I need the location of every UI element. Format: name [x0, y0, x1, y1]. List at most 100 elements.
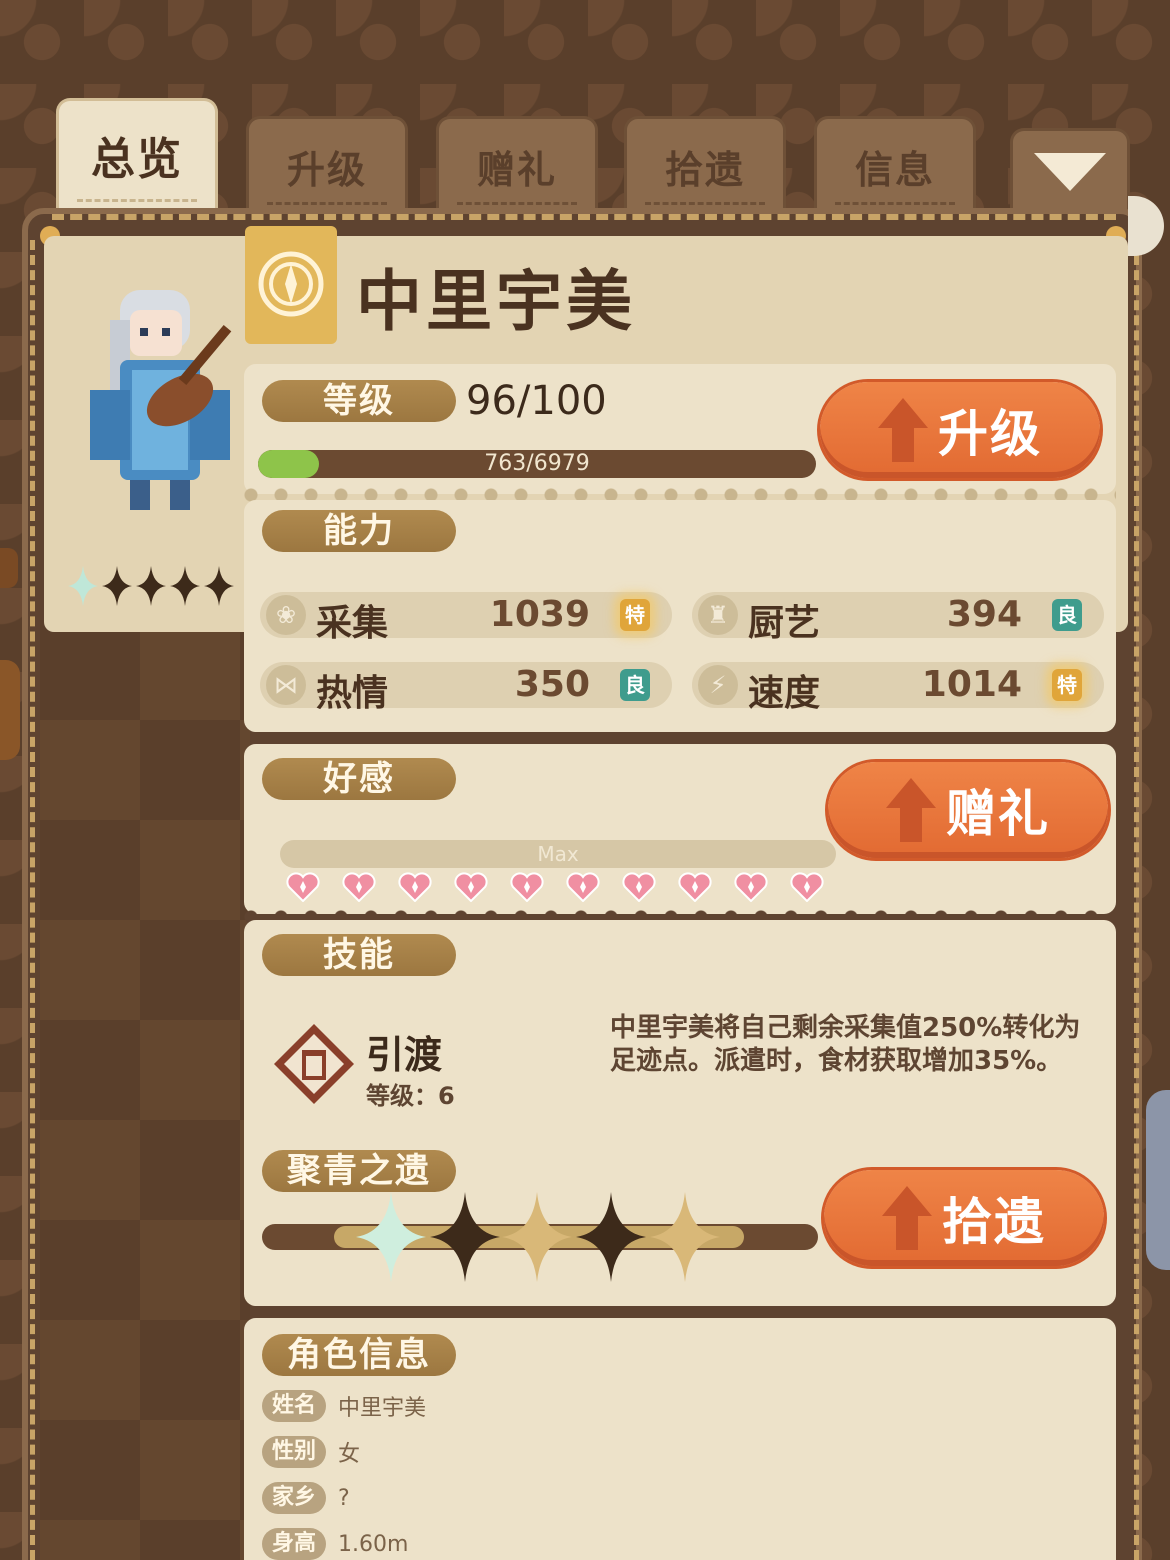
- star-icon: [430, 1192, 500, 1282]
- tab-divider: [835, 202, 955, 205]
- gift-button-label: 赠礼: [946, 785, 1050, 843]
- grade-badge: 特: [1052, 669, 1082, 701]
- skill-name: 引渡: [366, 1033, 443, 1077]
- ability-pill: 能力: [262, 510, 456, 552]
- tab-label: 信息: [854, 148, 935, 192]
- favor-pill: 好感: [262, 758, 456, 800]
- star-shiny-icon: [68, 566, 98, 606]
- gift-button[interactable]: 赠礼: [828, 762, 1108, 858]
- tab-info[interactable]: 信息: [814, 116, 976, 212]
- grade-badge: 良: [1052, 599, 1082, 631]
- tab-divider: [457, 202, 577, 205]
- heart-icon: [566, 872, 600, 902]
- heart-icon: [398, 872, 432, 902]
- star-icon: [136, 566, 166, 606]
- tab-upgrade[interactable]: 升级: [246, 116, 408, 212]
- heart-icon: [790, 872, 824, 902]
- info-key: 身高: [262, 1528, 326, 1560]
- tab-relic[interactable]: 拾遗: [624, 116, 786, 212]
- upgrade-button[interactable]: 升级: [820, 382, 1100, 478]
- info-key: 性别: [262, 1436, 326, 1468]
- star-icon: [204, 566, 234, 606]
- heart-icon: [454, 872, 488, 902]
- heart-icon: [342, 872, 376, 902]
- arrow-up-icon: [886, 778, 936, 842]
- leaf-icon: ❀: [266, 595, 306, 635]
- relic-button[interactable]: 拾遗: [824, 1170, 1104, 1266]
- frame-stitch-right: [1134, 240, 1139, 1560]
- tab-overview[interactable]: 总览: [56, 98, 218, 212]
- skill-pill: 技能: [262, 934, 456, 976]
- stat-speed: ⚡ 速度 1014 特: [692, 662, 1104, 714]
- skill-emblem-icon[interactable]: [272, 1022, 356, 1106]
- stat-name: 采集: [316, 603, 389, 644]
- heart-icon: [286, 872, 320, 902]
- heart-icon: [510, 872, 544, 902]
- skill-description: 中里宇美将自己剩余采集值250%转化为足迹点。派遣时，食材获取增加35%。: [610, 1013, 1081, 1076]
- grade-badge: 特: [620, 599, 650, 631]
- character-class-badge: [245, 226, 337, 344]
- tab-divider: [645, 202, 765, 205]
- rarity-stars: [68, 566, 234, 606]
- tab-label: 拾遗: [664, 148, 745, 192]
- relic-button-label: 拾遗: [942, 1193, 1046, 1251]
- star-icon: [650, 1192, 720, 1282]
- stat-value: 394: [946, 594, 1022, 635]
- info-row-height: 身高 1.60m: [262, 1528, 408, 1560]
- favor-bar: Max: [280, 840, 836, 868]
- stat-name: 厨艺: [748, 603, 821, 644]
- heart-icon: [734, 872, 768, 902]
- gather-emblem-icon: [258, 251, 324, 317]
- stat-passion: ⋈ 热情 350 良: [260, 662, 672, 714]
- info-key: 姓名: [262, 1390, 326, 1422]
- tab-label: 升级: [286, 148, 367, 192]
- stat-cooking: ♜ 厨艺 394 良: [692, 592, 1104, 644]
- skill-level: 等级：6: [366, 1082, 455, 1110]
- stat-name: 速度: [748, 673, 821, 714]
- star-icon: [170, 566, 200, 606]
- tab-label: 赠礼: [476, 148, 557, 192]
- upgrade-button-label: 升级: [938, 405, 1042, 463]
- character-name: 中里宇美: [356, 263, 636, 340]
- stat-value: 1014: [921, 664, 1022, 705]
- frame-stitch-left: [30, 240, 35, 1560]
- info-value: ?: [338, 1485, 350, 1511]
- stat-value: 1039: [489, 594, 590, 635]
- star-icon: [576, 1192, 646, 1282]
- heart-icon: [678, 872, 712, 902]
- info-row-gender: 性别 女: [262, 1436, 360, 1468]
- arrow-up-icon: [878, 398, 928, 462]
- star-icon: [502, 1192, 572, 1282]
- heart-icon: [622, 872, 656, 902]
- arrow-up-icon: [882, 1186, 932, 1250]
- grade-badge: 良: [620, 669, 650, 701]
- tab-divider: [77, 199, 197, 202]
- exp-bar: 763/6979: [258, 450, 816, 478]
- info-row-hometown: 家乡 ?: [262, 1482, 350, 1514]
- stat-gather: ❀ 采集 1039 特: [260, 592, 672, 644]
- info-key: 家乡: [262, 1482, 326, 1514]
- relic-pill: 聚青之遗: [262, 1150, 456, 1192]
- frame-stitch-top: [52, 214, 1116, 220]
- info-pill: 角色信息: [262, 1334, 456, 1376]
- side-scroll-handle[interactable]: [1128, 196, 1164, 256]
- level-value: 96/100: [466, 378, 607, 424]
- lightning-icon: ⚡: [698, 665, 738, 705]
- info-value: 1.60m: [338, 1531, 409, 1557]
- favor-hearts: [286, 872, 824, 902]
- chef-hat-icon: ♜: [698, 595, 738, 635]
- bow-icon: ⋈: [266, 665, 306, 705]
- info-value: 女: [338, 1442, 361, 1467]
- stat-value: 350: [514, 664, 590, 705]
- side-instrument-decoration: [0, 548, 18, 588]
- tab-dropdown-button[interactable]: [1010, 128, 1130, 212]
- info-value: 中里宇美: [338, 1396, 427, 1421]
- dropdown-triangle-icon: [1034, 153, 1106, 191]
- checker-background: [40, 620, 250, 1560]
- tab-gift[interactable]: 赠礼: [436, 116, 598, 212]
- side-character-decoration: [1146, 1090, 1170, 1270]
- info-row-name: 姓名 中里宇美: [262, 1390, 426, 1422]
- star-icon: [102, 566, 132, 606]
- star-shiny-icon: [356, 1192, 426, 1282]
- side-instrument-decoration: [0, 660, 20, 760]
